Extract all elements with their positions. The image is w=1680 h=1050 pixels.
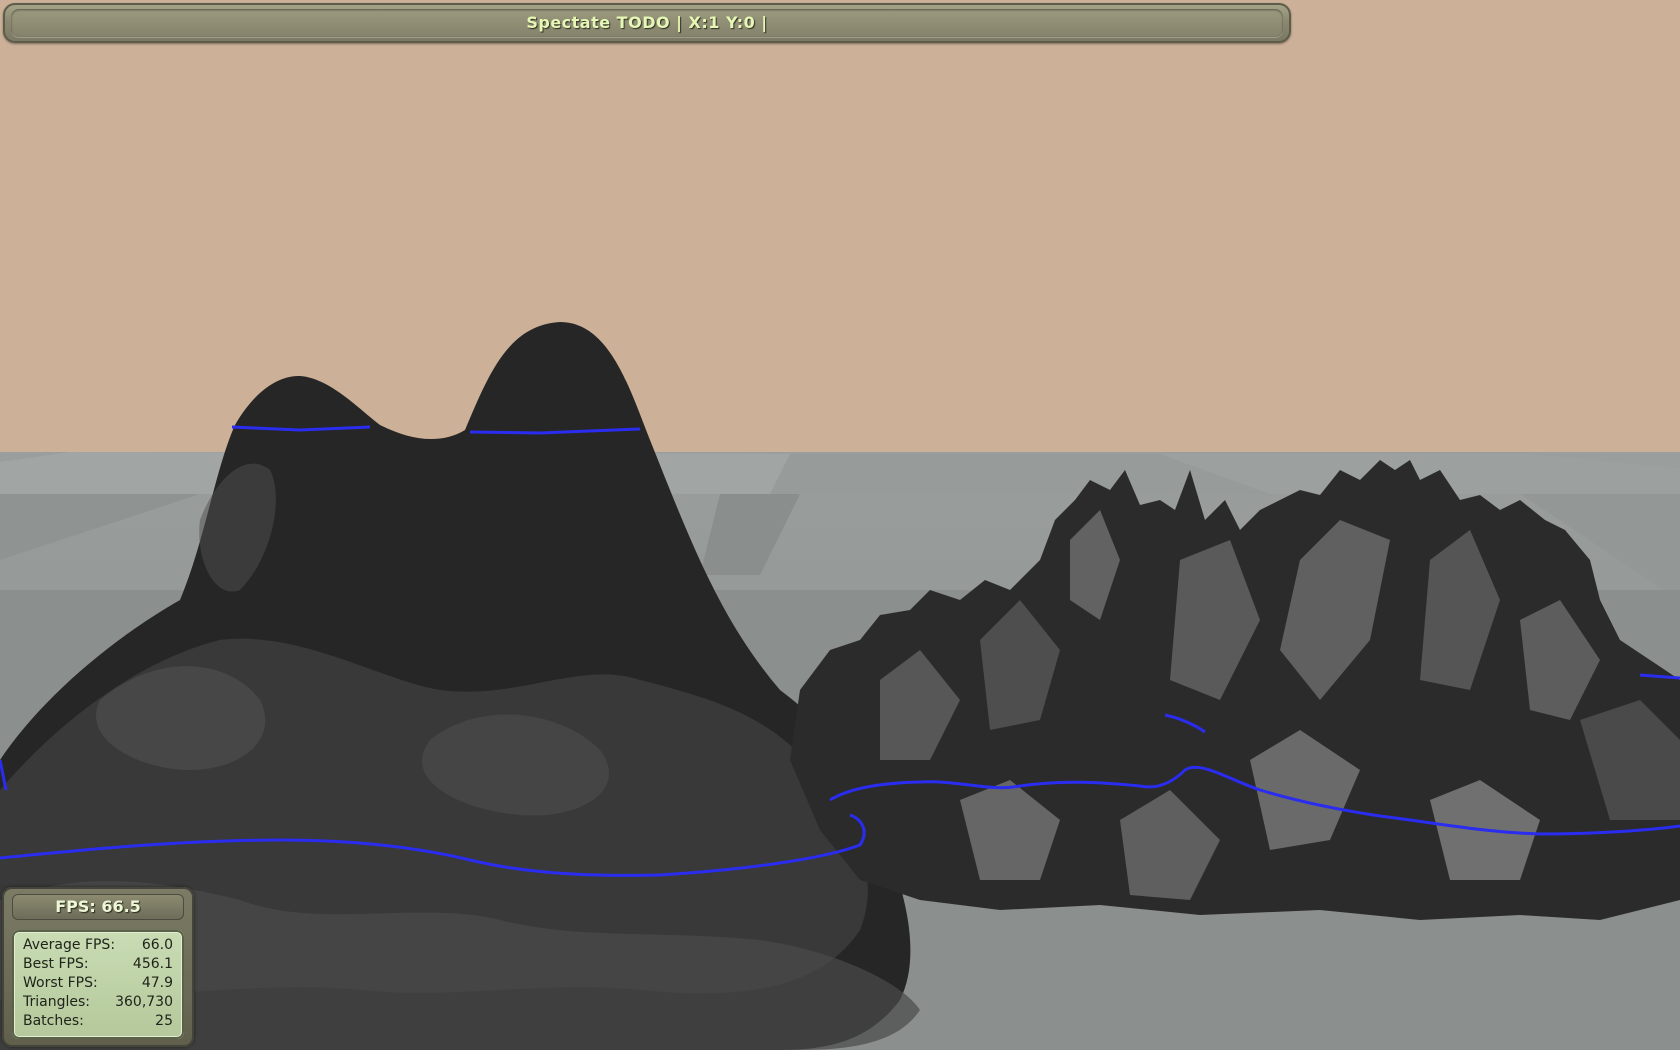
stat-label: Worst FPS: [23, 975, 98, 991]
stat-value: 360,730 [115, 994, 173, 1010]
stats-panel: FPS: 66.5 Average FPS: 66.0 Best FPS: 45… [2, 887, 194, 1047]
title-bar: Spectate TODO | X:1 Y:0 | [3, 3, 1291, 43]
stat-value: 47.9 [141, 975, 173, 991]
stat-row-best-fps: Best FPS: 456.1 [23, 955, 173, 974]
sky [0, 0, 1680, 460]
stat-label: Best FPS: [23, 956, 89, 972]
terrain-scene[interactable] [0, 0, 1680, 1050]
stat-label: Average FPS: [23, 937, 116, 953]
stat-value: 25 [155, 1013, 173, 1029]
stat-row-triangles: Triangles: 360,730 [23, 993, 173, 1012]
title-text: Spectate TODO | X:1 Y:0 | [526, 13, 768, 32]
stat-label: Batches: [23, 1013, 84, 1029]
stat-row-batches: Batches: 25 [23, 1012, 173, 1031]
fps-header: FPS: 66.5 [12, 894, 184, 920]
stat-row-average-fps: Average FPS: 66.0 [23, 936, 173, 955]
stat-value: 456.1 [132, 956, 173, 972]
stat-row-worst-fps: Worst FPS: 47.9 [23, 974, 173, 993]
stats-box: Average FPS: 66.0 Best FPS: 456.1 Worst … [12, 930, 184, 1039]
game-viewport[interactable]: Spectate TODO | X:1 Y:0 | FPS: 66.5 Aver… [0, 0, 1680, 1050]
stat-value: 66.0 [141, 937, 173, 953]
stat-label: Triangles: [23, 994, 90, 1010]
